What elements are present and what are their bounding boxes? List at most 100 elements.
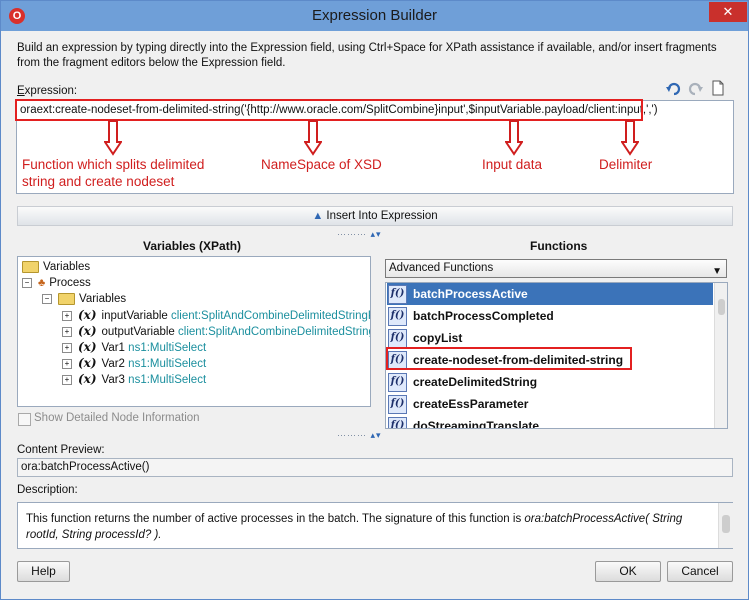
- close-button[interactable]: ✕: [709, 2, 747, 22]
- content-preview-field: ora:batchProcessActive(): [17, 458, 733, 477]
- function-label: batchProcessCompleted: [413, 309, 554, 323]
- tree-item-process[interactable]: − ♣ Process: [22, 276, 91, 290]
- chevron-down-icon: ▼: [712, 266, 722, 277]
- down-arrow-icon: [104, 120, 122, 156]
- splitter-handle[interactable]: ⋯⋯⋯ ▴▾: [337, 229, 382, 240]
- function-icon: f(): [388, 417, 407, 428]
- function-item[interactable]: f() createDelimitedString: [387, 371, 713, 393]
- annotation-delimiter: Delimiter: [599, 157, 653, 172]
- description-text: This function returns the number of acti…: [26, 511, 706, 543]
- variable-name: Var2: [101, 358, 125, 370]
- variable-x-icon: (x): [78, 356, 97, 370]
- function-icon: f(): [388, 329, 407, 349]
- help-button[interactable]: Help: [17, 561, 70, 582]
- expand-icon[interactable]: +: [62, 374, 72, 385]
- down-arrow-icon: [505, 120, 523, 156]
- tree-label: Variables: [79, 293, 127, 305]
- function-item[interactable]: f() doStreamingTranslate: [387, 415, 713, 429]
- process-icon: ♣: [38, 277, 46, 289]
- description-scrollbar[interactable]: [718, 503, 733, 548]
- function-category-select[interactable]: Advanced Functions ▼: [385, 259, 727, 278]
- ok-button[interactable]: OK: [595, 561, 661, 582]
- annotation-namespace: NameSpace of XSD: [261, 157, 382, 172]
- variable-type: client:SplitAndCombineDelimitedStringPro…: [171, 310, 370, 322]
- tree-item-variables-root[interactable]: Variables: [22, 260, 90, 274]
- function-item[interactable]: f() copyList: [387, 327, 713, 349]
- description-box: This function returns the number of acti…: [17, 502, 733, 549]
- expression-label-rest: xpression:: [24, 85, 78, 97]
- functions-title: Functions: [530, 239, 588, 253]
- function-item[interactable]: f() createEssParameter: [387, 393, 713, 415]
- show-detail-label: Show Detailed Node Information: [34, 412, 200, 424]
- function-item[interactable]: f() batchProcessCompleted: [387, 305, 713, 327]
- expand-icon[interactable]: +: [62, 310, 72, 321]
- down-arrow-icon: [304, 120, 322, 156]
- show-detail-checkbox[interactable]: [18, 413, 31, 426]
- annotation-function: Function which splits delimited string a…: [22, 156, 204, 190]
- function-category-value: Advanced Functions: [389, 262, 494, 274]
- tree-label: Process: [49, 277, 91, 289]
- annotation-function-line2: string and create nodeset: [22, 174, 175, 189]
- scroll-thumb[interactable]: [722, 515, 730, 533]
- window-title: Expression Builder: [311, 7, 438, 24]
- folder-open-icon: [22, 260, 39, 273]
- variable-type: ns1:MultiSelect: [128, 374, 207, 386]
- expression-label: Expression:: [17, 85, 78, 97]
- function-icon: f(): [388, 373, 407, 393]
- folder-open-icon: [58, 292, 75, 305]
- tree-item-output-variable[interactable]: + (x) outputVariable client:SplitAndCombin…: [62, 324, 370, 339]
- title-bar[interactable]: O Expression Builder ✕: [1, 1, 748, 31]
- description-body: This function returns the number of acti…: [26, 513, 525, 525]
- tree-item-var3[interactable]: + (x) Var3 ns1:MultiSelect: [62, 372, 206, 387]
- expand-icon[interactable]: +: [62, 358, 72, 369]
- variable-type: client:SplitAndCombineDelimitedStringPro…: [178, 326, 370, 338]
- variable-x-icon: (x): [78, 308, 97, 322]
- new-document-icon[interactable]: [710, 80, 726, 96]
- functions-scrollbar[interactable]: [714, 283, 727, 428]
- tree-item-input-variable[interactable]: + (x) inputVariable client:SplitAndCombine…: [62, 308, 370, 323]
- undo-icon[interactable]: [666, 81, 682, 97]
- function-highlight-box: [386, 347, 632, 370]
- variable-name: outputVariable: [101, 326, 175, 338]
- variable-name: Var3: [101, 374, 125, 386]
- tree-item-var2[interactable]: + (x) Var2 ns1:MultiSelect: [62, 356, 206, 371]
- collapse-icon[interactable]: −: [22, 277, 32, 288]
- function-icon: f(): [388, 307, 407, 327]
- variable-type: ns1:MultiSelect: [128, 358, 207, 370]
- variables-tree[interactable]: Variables − ♣ Process − Variables + (x) input…: [17, 256, 371, 407]
- function-item[interactable]: f() batchProcessActive: [387, 283, 713, 305]
- function-label: createEssParameter: [413, 397, 529, 411]
- intro-text: Build an expression by typing directly i…: [17, 42, 717, 69]
- scroll-thumb[interactable]: [718, 299, 725, 315]
- function-label: createDelimitedString: [413, 375, 538, 389]
- variables-title: Variables (XPath): [143, 239, 242, 253]
- variable-name: inputVariable: [101, 310, 168, 322]
- variable-x-icon: (x): [78, 372, 97, 386]
- variable-x-icon: (x): [78, 340, 97, 354]
- content-preview-label: Content Preview:: [17, 444, 105, 456]
- function-icon: f(): [388, 285, 407, 305]
- insert-into-expression-button[interactable]: ▲ Insert Into Expression: [17, 206, 733, 226]
- annotation-function-line1: Function which splits delimited: [22, 157, 205, 172]
- expression-builder-dialog: O Expression Builder ✕ Build an expressi…: [0, 0, 749, 600]
- description-label: Description:: [17, 484, 78, 496]
- function-label: copyList: [413, 331, 463, 345]
- down-arrow-icon: [621, 120, 639, 156]
- expression-highlight-box: [15, 99, 643, 121]
- variable-type: ns1:MultiSelect: [128, 342, 207, 354]
- function-label: batchProcessActive: [413, 287, 528, 301]
- cancel-button[interactable]: Cancel: [667, 561, 733, 582]
- variable-name: Var1: [101, 342, 125, 354]
- variable-x-icon: (x): [78, 324, 97, 338]
- function-icon: f(): [388, 395, 407, 415]
- insert-button-label: Insert Into Expression: [326, 210, 438, 222]
- collapse-icon[interactable]: −: [42, 293, 52, 304]
- splitter-handle[interactable]: ⋯⋯⋯ ▴▾: [337, 430, 382, 441]
- up-chevron-icon: ▲: [312, 210, 324, 222]
- expand-icon[interactable]: +: [62, 326, 72, 337]
- function-label: doStreamingTranslate: [413, 419, 540, 429]
- tree-item-variables[interactable]: − Variables: [42, 292, 126, 306]
- redo-icon[interactable]: [687, 81, 703, 97]
- tree-item-var1[interactable]: + (x) Var1 ns1:MultiSelect: [62, 340, 206, 355]
- expand-icon[interactable]: +: [62, 342, 72, 353]
